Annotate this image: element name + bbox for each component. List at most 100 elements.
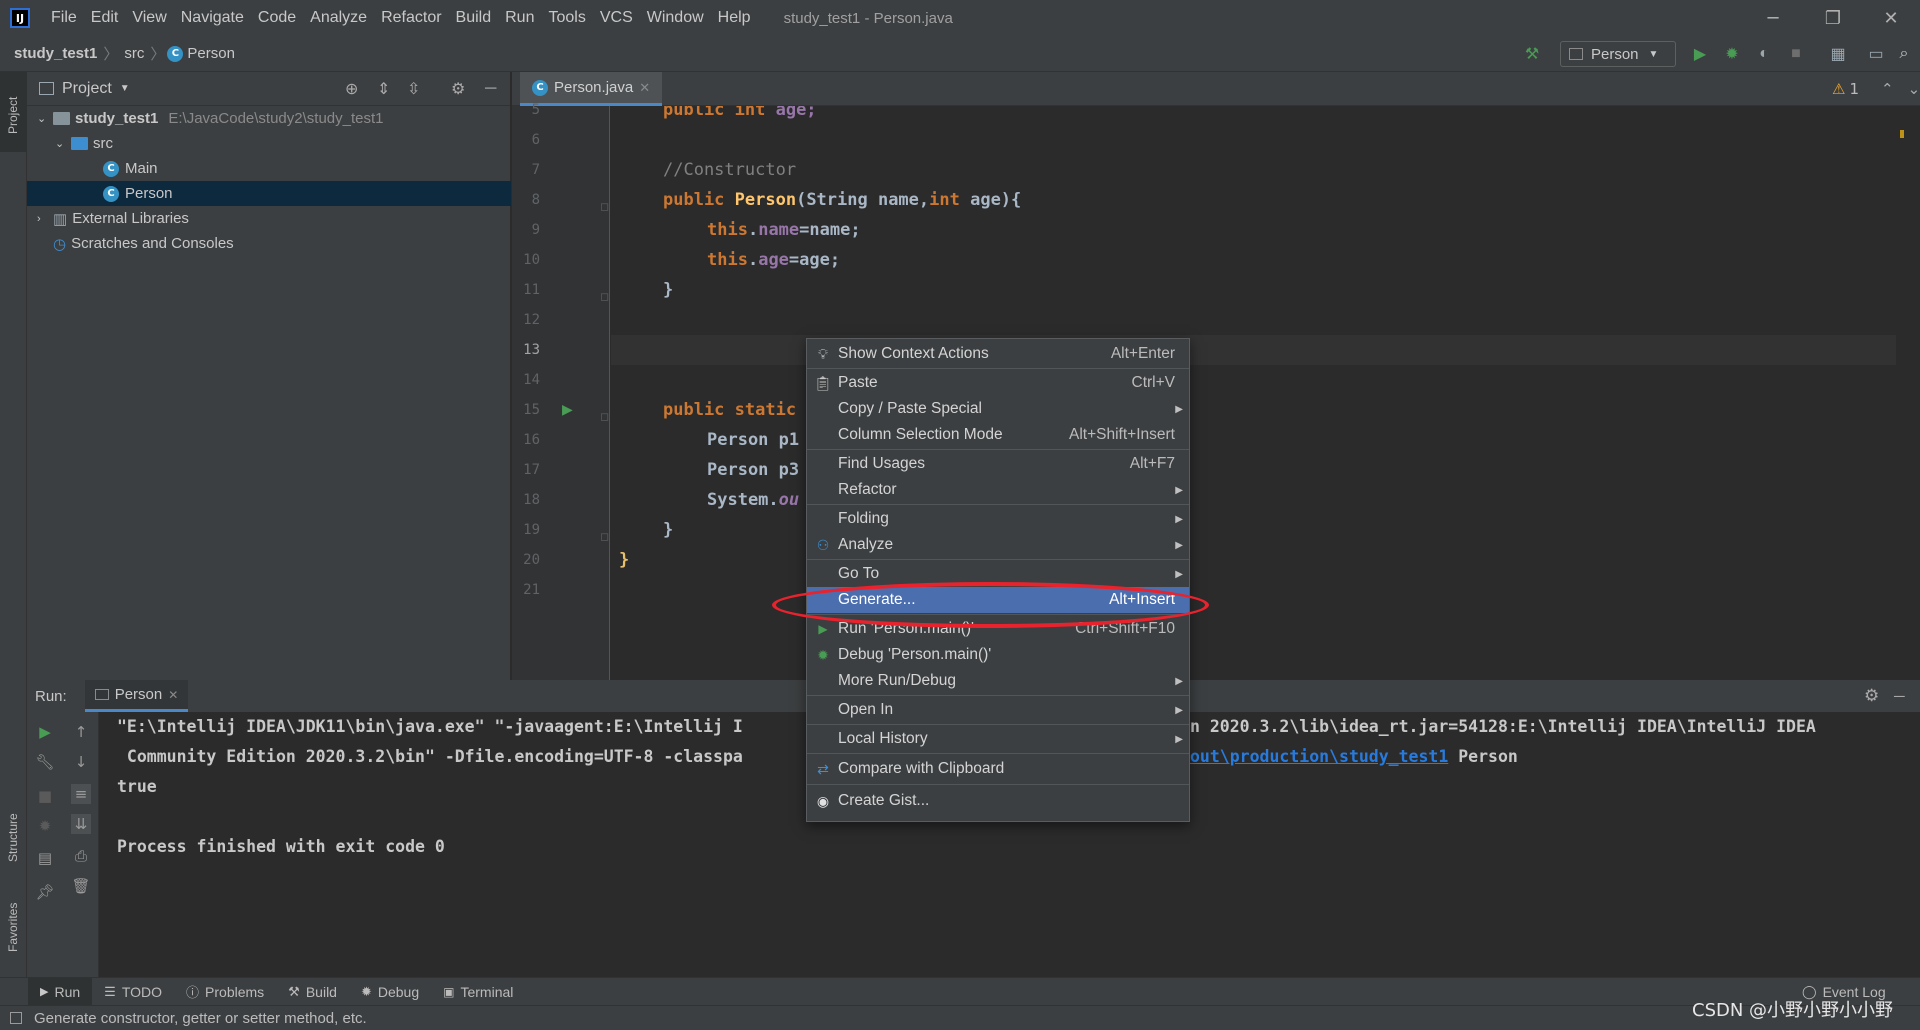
scroll-to-end-icon[interactable]: ⇊ xyxy=(71,814,91,834)
tree-item-src[interactable]: ⌄ src xyxy=(27,131,511,156)
tree-item-external-libraries[interactable]: › ▥ External Libraries xyxy=(27,206,511,231)
arrow-up-icon[interactable]: ↑ xyxy=(71,722,91,742)
menu-edit[interactable]: Edit xyxy=(84,9,126,27)
menu-build[interactable]: Build xyxy=(449,9,499,27)
gear-icon[interactable]: ⚙ xyxy=(451,79,465,99)
menu-refactor[interactable]: Refactor xyxy=(374,9,448,27)
line-number: 9 xyxy=(531,222,540,238)
fold-icon[interactable]: ◻ xyxy=(600,530,609,543)
window-layout-icon[interactable]: ▭ xyxy=(1866,44,1886,64)
favorites-tool-label[interactable]: Favorites xyxy=(6,903,20,952)
collapse-all-icon[interactable]: ⇳ xyxy=(407,79,420,99)
close-tab-icon[interactable]: ✕ xyxy=(168,688,178,702)
chevron-down-icon[interactable]: ⌄ xyxy=(1908,80,1920,98)
menu-item-debug-main[interactable]: ✹ Debug 'Person.main()' xyxy=(807,642,1189,668)
tab-person-java[interactable]: C Person.java ✕ xyxy=(520,72,663,106)
tool-run[interactable]: ▶ Run xyxy=(28,977,93,1006)
run-configuration-select[interactable]: Person ▼ xyxy=(1560,41,1676,67)
menu-item-refactor[interactable]: Refactor ▶ xyxy=(807,477,1189,503)
stop-icon[interactable]: ■ xyxy=(35,786,55,806)
menu-help[interactable]: Help xyxy=(711,9,758,27)
tree-item-study_test1[interactable]: ⌄ study_test1 E:\JavaCode\study2\study_t… xyxy=(27,106,511,131)
coverage-icon[interactable]: ◐ xyxy=(1754,44,1774,64)
hide-panel-icon[interactable]: ─ xyxy=(485,80,496,98)
menu-run[interactable]: Run xyxy=(498,9,541,27)
layout-icon[interactable]: ▤ xyxy=(35,848,55,868)
locate-icon[interactable]: ⊕ xyxy=(345,79,358,99)
menu-window[interactable]: Window xyxy=(640,9,711,27)
menu-item-compare-clipboard[interactable]: ⇄ Compare with Clipboard xyxy=(807,755,1189,783)
build-hammer-icon[interactable]: ⚒ xyxy=(1522,44,1542,64)
chevron-up-icon[interactable]: ⌃ xyxy=(1881,80,1894,98)
menu-vcs[interactable]: VCS xyxy=(593,9,640,27)
menu-item-find-usages[interactable]: Find Usages Alt+F7 xyxy=(807,451,1189,477)
menu-item-column-selection-mode[interactable]: Column Selection Mode Alt+Shift+Insert xyxy=(807,422,1189,448)
tool-debug[interactable]: ✹ Debug xyxy=(349,984,431,1000)
wrench-icon[interactable]: 🔧︎ xyxy=(35,752,55,772)
menu-item-open-in[interactable]: Open In ▶ xyxy=(807,697,1189,723)
tree-item-main[interactable]: C Main xyxy=(27,156,511,181)
menu-item-more-run-debug[interactable]: More Run/Debug ▶ xyxy=(807,668,1189,694)
trash-icon[interactable]: 🗑︎ xyxy=(71,876,91,896)
console-output-link[interactable]: out\production\study_test1 xyxy=(1190,747,1448,766)
structure-tool-label[interactable]: Structure xyxy=(6,813,20,862)
menu-view[interactable]: View xyxy=(125,9,173,27)
menu-analyze[interactable]: Analyze xyxy=(303,9,374,27)
menu-item-create-gist[interactable]: ◉ Create Gist... xyxy=(807,786,1189,816)
fold-icon[interactable]: ◻ xyxy=(600,410,609,423)
menu-tools[interactable]: Tools xyxy=(541,9,592,27)
status-toggle-icon[interactable] xyxy=(10,1012,22,1024)
warning-marker[interactable] xyxy=(1900,130,1904,138)
breadcrumb-project[interactable]: study_test1 xyxy=(10,45,101,62)
dropdown-arrow-icon[interactable]: ▼ xyxy=(120,83,130,94)
expand-all-icon[interactable]: ⇕ xyxy=(377,79,390,99)
breadcrumb-person[interactable]: Person xyxy=(183,45,239,62)
debug-icon[interactable]: ✹ xyxy=(1722,44,1742,64)
menu-item-local-history[interactable]: Local History ▶ xyxy=(807,726,1189,752)
hide-panel-icon[interactable]: ─ xyxy=(1894,688,1905,705)
submenu-arrow-icon: ▶ xyxy=(1175,704,1183,716)
inspection-widget[interactable]: ⚠ 1 ⌃ ⌄ xyxy=(1832,72,1920,106)
arrow-down-icon[interactable]: ↓ xyxy=(71,752,91,772)
tool-build[interactable]: ⚒ Build xyxy=(276,984,349,1000)
close-tab-icon[interactable]: ✕ xyxy=(639,80,650,96)
bottom-tool-bar: ▶ Run ☰ TODO ⓘ Problems ⚒ Build ✹ Debug … xyxy=(0,977,1920,1006)
menu-file[interactable]: File xyxy=(44,9,84,27)
pin-icon[interactable]: 📌︎ xyxy=(35,882,55,902)
project-panel-title[interactable]: Project xyxy=(62,80,112,98)
fold-icon[interactable]: ◻ xyxy=(600,200,609,213)
fold-icon[interactable]: ◻ xyxy=(600,290,609,303)
breadcrumb-src[interactable]: src xyxy=(120,45,148,62)
tool-terminal[interactable]: ▣ Terminal xyxy=(431,984,525,1000)
close-window-icon[interactable]: ✕ xyxy=(1868,0,1914,36)
run-gutter-icon[interactable]: ▶ xyxy=(562,402,573,418)
console-line-3: true xyxy=(117,777,157,796)
menu-item-copy-paste-special[interactable]: Copy / Paste Special ▶ xyxy=(807,396,1189,422)
code-line-20: } xyxy=(619,550,630,570)
run-tab-person[interactable]: Person ✕ xyxy=(84,680,189,712)
tool-problems[interactable]: ⓘ Problems xyxy=(174,982,276,1001)
menu-item-show-context-actions[interactable]: 💡︎ Show Context Actions Alt+Enter xyxy=(807,341,1189,367)
menu-item-paste[interactable]: 📋︎ Paste Ctrl+V xyxy=(807,370,1189,396)
project-tool-button[interactable]: Project xyxy=(0,72,27,152)
menu-item-analyze[interactable]: ⚇ Analyze ▶ xyxy=(807,532,1189,558)
project-structure-icon[interactable]: ▦ xyxy=(1828,44,1848,64)
project-tool-label: Project xyxy=(6,96,20,134)
search-icon[interactable]: ⌕ xyxy=(1894,44,1914,64)
tool-todo[interactable]: ☰ TODO xyxy=(92,984,174,1000)
stop-icon[interactable]: ■ xyxy=(1786,44,1806,64)
menu-code[interactable]: Code xyxy=(251,9,303,27)
soft-wrap-icon[interactable]: ≡ xyxy=(71,784,91,804)
gear-icon[interactable]: ⚙ xyxy=(1864,686,1879,706)
menu-navigate[interactable]: Navigate xyxy=(174,9,251,27)
run-icon[interactable]: ▶ xyxy=(1690,44,1710,64)
print-icon[interactable]: ⎙ xyxy=(71,846,91,866)
minimize-icon[interactable]: ─ xyxy=(1750,0,1796,36)
restore-icon[interactable]: ❐ xyxy=(1810,0,1856,36)
rerun-icon[interactable]: ▶ xyxy=(35,722,55,742)
tree-item-person[interactable]: C Person xyxy=(27,181,511,206)
tree-item-scratches[interactable]: ◷ Scratches and Consoles xyxy=(27,231,511,256)
debug-icon[interactable]: ✹ xyxy=(35,816,55,836)
menu-item-folding[interactable]: Folding ▶ xyxy=(807,506,1189,532)
editor-scrollbar[interactable] xyxy=(1896,106,1908,680)
